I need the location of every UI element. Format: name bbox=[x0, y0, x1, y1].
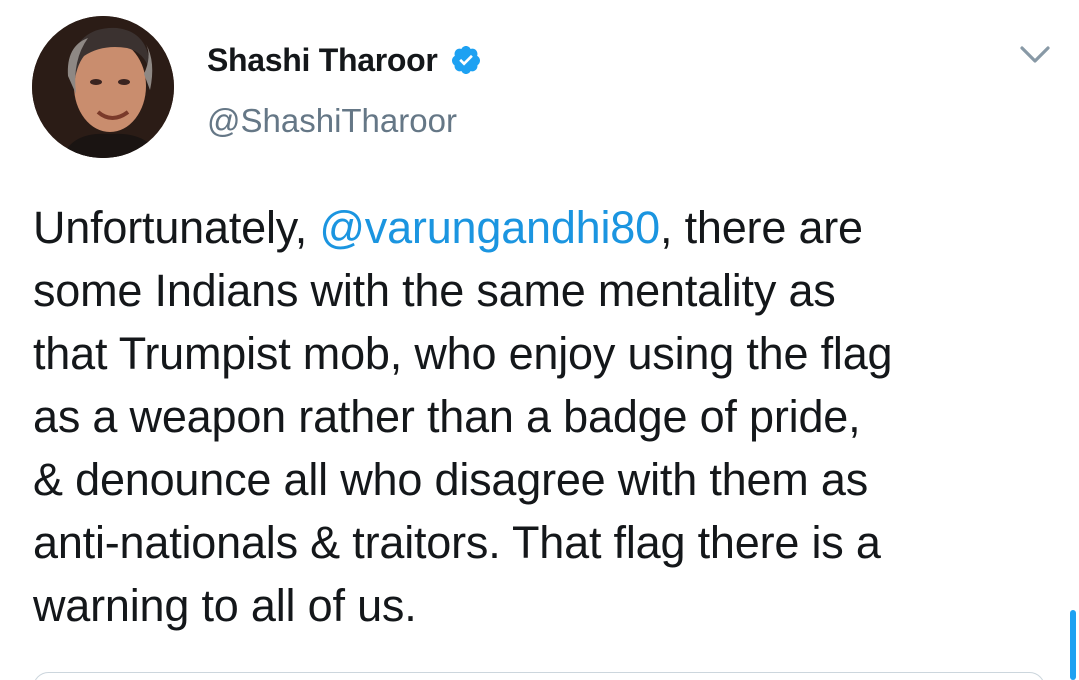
tweet[interactable]: Shashi Tharoor @ShashiTharoor Unfortunat… bbox=[0, 0, 1079, 680]
avatar[interactable] bbox=[32, 16, 174, 158]
tweet-line: as a weapon rather than a badge of pride… bbox=[33, 391, 861, 442]
tweet-line: some Indians with the same mentality as bbox=[33, 265, 836, 316]
name-row: Shashi Tharoor bbox=[207, 40, 482, 80]
chevron-down-icon[interactable] bbox=[1018, 42, 1052, 68]
mention-link[interactable]: @varungandhi80 bbox=[319, 202, 660, 253]
author-info: Shashi Tharoor @ShashiTharoor bbox=[207, 40, 482, 140]
tweet-text-fragment: Unfortunately, bbox=[33, 202, 320, 253]
tweet-text: Unfortunately, @varungandhi80, there are… bbox=[33, 196, 1043, 637]
tweet-line: Unfortunately, @varungandhi80, there are bbox=[33, 196, 1043, 259]
tweet-line: anti-nationals & traitors. That flag the… bbox=[33, 517, 881, 568]
tweet-line: that Trumpist mob, who enjoy using the f… bbox=[33, 328, 893, 379]
scrollbar[interactable] bbox=[1070, 610, 1076, 680]
tweet-line: warning to all of us. bbox=[33, 580, 417, 631]
tweet-text-fragment: , there are bbox=[659, 202, 863, 253]
display-name[interactable]: Shashi Tharoor bbox=[207, 42, 438, 79]
handle[interactable]: @ShashiTharoor bbox=[207, 102, 482, 140]
tweet-line: & denounce all who disagree with them as bbox=[33, 454, 869, 505]
verified-badge-icon bbox=[450, 44, 482, 76]
embedded-card[interactable] bbox=[33, 672, 1045, 680]
avatar-image bbox=[32, 16, 174, 158]
